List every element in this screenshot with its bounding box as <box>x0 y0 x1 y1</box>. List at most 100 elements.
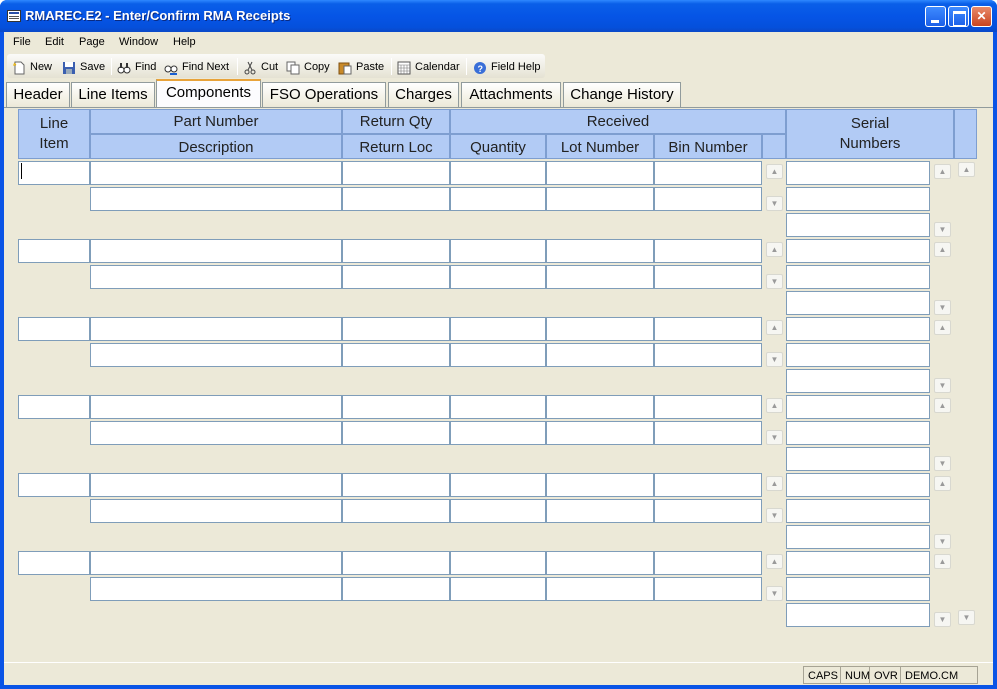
grid-scroll-up-button[interactable]: ▲ <box>958 162 975 177</box>
part-number-field[interactable] <box>90 317 342 341</box>
row-scroll-down-button[interactable]: ▼ <box>766 274 783 289</box>
bin-number-2-field[interactable] <box>654 499 762 523</box>
lot-number-2-field[interactable] <box>546 577 654 601</box>
menu-window[interactable]: Window <box>119 36 158 48</box>
serial-scroll-down-button[interactable]: ▼ <box>934 378 951 393</box>
lot-number-field[interactable] <box>546 317 654 341</box>
received-quantity-field[interactable] <box>450 473 546 497</box>
line-item-field[interactable] <box>18 395 90 419</box>
serial-scroll-down-button[interactable]: ▼ <box>934 300 951 315</box>
row-scroll-up-button[interactable]: ▲ <box>766 242 783 257</box>
description-field[interactable] <box>90 187 342 211</box>
description-field[interactable] <box>90 499 342 523</box>
received-quantity-field[interactable] <box>450 317 546 341</box>
return-loc-field[interactable] <box>342 499 450 523</box>
field-help-button[interactable]: ? Field Help <box>473 59 541 75</box>
return-loc-field[interactable] <box>342 187 450 211</box>
return-qty-field[interactable] <box>342 317 450 341</box>
part-number-field[interactable] <box>90 551 342 575</box>
serial-number-field[interactable] <box>786 447 930 471</box>
serial-number-field[interactable] <box>786 395 930 419</box>
return-qty-field[interactable] <box>342 239 450 263</box>
serial-number-field[interactable] <box>786 525 930 549</box>
serial-number-field[interactable] <box>786 421 930 445</box>
row-scroll-down-button[interactable]: ▼ <box>766 196 783 211</box>
return-loc-field[interactable] <box>342 265 450 289</box>
received-quantity-2-field[interactable] <box>450 499 546 523</box>
description-field[interactable] <box>90 265 342 289</box>
find-next-button[interactable]: Find Next <box>164 59 229 75</box>
row-scroll-up-button[interactable]: ▲ <box>766 476 783 491</box>
maximize-button[interactable] <box>948 6 969 27</box>
serial-number-field[interactable] <box>786 213 930 237</box>
serial-number-field[interactable] <box>786 499 930 523</box>
serial-scroll-up-button[interactable]: ▲ <box>934 242 951 257</box>
received-quantity-field[interactable] <box>450 161 546 185</box>
bin-number-2-field[interactable] <box>654 577 762 601</box>
serial-scroll-down-button[interactable]: ▼ <box>934 456 951 471</box>
bin-number-field[interactable] <box>654 317 762 341</box>
serial-number-field[interactable] <box>786 369 930 393</box>
serial-number-field[interactable] <box>786 603 930 627</box>
bin-number-2-field[interactable] <box>654 187 762 211</box>
serial-scroll-up-button[interactable]: ▲ <box>934 320 951 335</box>
part-number-field[interactable] <box>90 161 342 185</box>
part-number-field[interactable] <box>90 239 342 263</box>
bin-number-field[interactable] <box>654 473 762 497</box>
part-number-field[interactable] <box>90 395 342 419</box>
row-scroll-down-button[interactable]: ▼ <box>766 352 783 367</box>
save-button[interactable]: Save <box>62 59 105 75</box>
row-scroll-up-button[interactable]: ▲ <box>766 164 783 179</box>
return-qty-field[interactable] <box>342 551 450 575</box>
bin-number-field[interactable] <box>654 161 762 185</box>
grid-scroll-down-button[interactable]: ▼ <box>958 610 975 625</box>
serial-number-field[interactable] <box>786 317 930 341</box>
received-quantity-field[interactable] <box>450 551 546 575</box>
lot-number-2-field[interactable] <box>546 421 654 445</box>
serial-scroll-up-button[interactable]: ▲ <box>934 476 951 491</box>
serial-scroll-up-button[interactable]: ▲ <box>934 164 951 179</box>
serial-number-field[interactable] <box>786 577 930 601</box>
return-loc-field[interactable] <box>342 577 450 601</box>
serial-scroll-down-button[interactable]: ▼ <box>934 222 951 237</box>
bin-number-field[interactable] <box>654 239 762 263</box>
description-field[interactable] <box>90 421 342 445</box>
lot-number-2-field[interactable] <box>546 187 654 211</box>
line-item-field[interactable] <box>18 551 90 575</box>
menu-edit[interactable]: Edit <box>45 36 64 48</box>
new-button[interactable]: New <box>12 59 52 75</box>
received-quantity-field[interactable] <box>450 395 546 419</box>
lot-number-field[interactable] <box>546 239 654 263</box>
serial-scroll-down-button[interactable]: ▼ <box>934 612 951 627</box>
calendar-button[interactable]: Calendar <box>397 59 460 75</box>
received-quantity-field[interactable] <box>450 239 546 263</box>
received-quantity-2-field[interactable] <box>450 421 546 445</box>
bin-number-field[interactable] <box>654 551 762 575</box>
lot-number-2-field[interactable] <box>546 343 654 367</box>
bin-number-2-field[interactable] <box>654 265 762 289</box>
serial-scroll-up-button[interactable]: ▲ <box>934 398 951 413</box>
lot-number-field[interactable] <box>546 551 654 575</box>
bin-number-field[interactable] <box>654 395 762 419</box>
serial-number-field[interactable] <box>786 343 930 367</box>
received-quantity-2-field[interactable] <box>450 265 546 289</box>
received-quantity-2-field[interactable] <box>450 343 546 367</box>
cut-button[interactable]: Cut <box>243 59 278 75</box>
tab-attachments[interactable]: Attachments <box>461 82 561 107</box>
lot-number-2-field[interactable] <box>546 265 654 289</box>
copy-button[interactable]: Copy <box>286 59 330 75</box>
bin-number-2-field[interactable] <box>654 421 762 445</box>
line-item-field[interactable] <box>18 161 90 185</box>
close-button[interactable]: ✕ <box>971 6 992 27</box>
serial-scroll-up-button[interactable]: ▲ <box>934 554 951 569</box>
part-number-field[interactable] <box>90 473 342 497</box>
title-bar[interactable]: RMAREC.E2 - Enter/Confirm RMA Receipts ✕ <box>0 0 997 32</box>
return-loc-field[interactable] <box>342 343 450 367</box>
tab-change-history[interactable]: Change History <box>563 82 681 107</box>
return-qty-field[interactable] <box>342 395 450 419</box>
paste-button[interactable]: Paste <box>338 59 384 75</box>
row-scroll-down-button[interactable]: ▼ <box>766 586 783 601</box>
tab-header[interactable]: Header <box>6 82 70 107</box>
received-quantity-2-field[interactable] <box>450 187 546 211</box>
lot-number-field[interactable] <box>546 161 654 185</box>
